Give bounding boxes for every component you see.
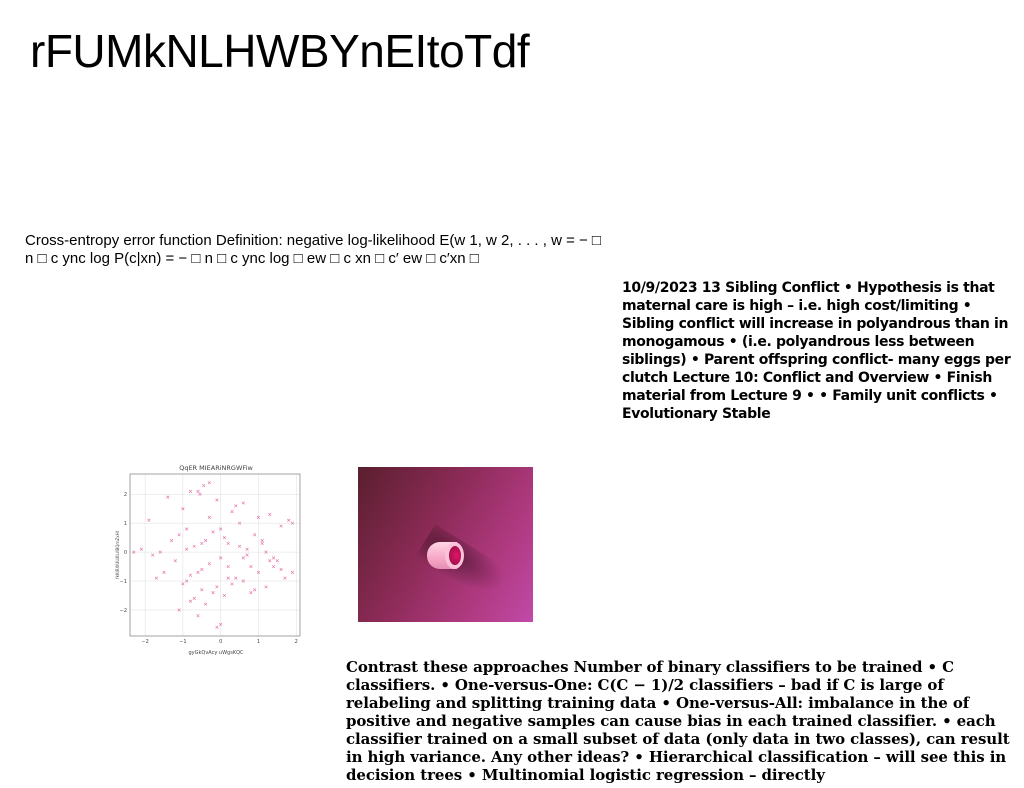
scatter-point [283,576,287,580]
scatter-point [268,512,272,517]
x-tick-label: −2 [141,639,148,645]
x-tick-label: 0 [219,639,222,645]
chart-grid [130,474,300,636]
tube-photo [358,467,533,622]
tube-opening [449,546,461,565]
scatter-point [196,614,200,618]
scatter-point [188,573,193,577]
contrast-paragraph: Contrast these approaches Number of bina… [346,658,1010,784]
scatter-point [177,533,181,537]
y-axis-label: fkKIRXIULUILrIBQrnZxHI [115,531,120,579]
scatter-point [207,515,211,520]
scatter-point [260,538,264,543]
scatter-point [211,530,215,534]
scatter-point [202,483,206,488]
scatter-chart: QqER MIEARiNRGWFiw −2 −1 0 1 2 −2 −1 0 1 2 gyGkQv… [115,464,301,656]
y-tick-label: −2 [120,608,127,614]
scatter-point [271,564,276,569]
scatter-point [249,590,253,595]
scatter-point [169,538,174,543]
scatter-point [162,570,166,574]
scatter-point [200,541,204,546]
scatter-point [253,533,257,537]
scatter-point [173,559,177,563]
scatter-point [241,556,245,560]
y-tick-label: 1 [124,521,127,527]
scatter-point [222,536,227,540]
scatter-point [147,518,151,522]
scatter-point [207,562,211,566]
scatter-point [215,498,219,502]
scatter-point [192,596,196,601]
scatter-point [185,547,189,551]
scatter-point [253,588,257,592]
x-tick-label: −1 [179,639,186,645]
scatter-point [200,567,204,572]
x-axis-label: gyGkQvAcy uWgsKQC [188,650,244,656]
scatter-point [230,509,234,514]
scatter-point [237,544,242,548]
tube-shadow [414,524,512,606]
scatter-point [234,504,238,508]
scatter-point [279,524,283,528]
scatter-point [215,625,219,629]
scatter-point [211,590,215,595]
scatter-point [196,570,200,574]
scatter-point [188,599,193,603]
page-title: rFUMkNLHWBYnEItoTdf [30,25,530,77]
y-tick-label: 2 [124,492,127,498]
scatter-point [207,481,211,485]
chart-ticks: −2 −1 0 1 2 −2 −1 0 1 2 [120,492,298,645]
scatter-point [222,593,227,598]
y-tick-label: 0 [124,550,127,556]
scatter-point [203,602,208,606]
scatter-point [245,553,249,557]
scatter-point [226,564,230,569]
scatter-point [200,588,204,592]
scatter-point [287,518,291,522]
scatter-point [268,559,272,563]
scatter-point [154,576,159,580]
chart-points [132,481,295,629]
scatter-point [203,538,208,543]
scatter-point [226,576,230,580]
chart-title: QqER MIEARiNRGWFiw [179,464,253,472]
scatter-point [215,585,219,589]
scatter-point [290,570,295,574]
scatter-point [234,576,238,580]
scatter-point [230,582,234,586]
scatter-point [249,564,253,569]
scatter-point [279,567,283,572]
scatter-point [271,556,276,560]
x-tick-label: 1 [257,639,260,645]
scatter-point [151,553,155,557]
scatter-point [260,541,264,546]
sibling-conflict-paragraph: 10/9/2023 13 Sibling Conflict • Hypothes… [622,280,1011,422]
y-tick-label: −1 [120,579,127,585]
plot-frame [129,473,301,637]
scatter-point [264,585,268,589]
scatter-point [188,489,193,493]
scatter-point [245,547,249,551]
scatter-point [226,541,230,546]
scatter-point [166,495,170,499]
scatter-point [185,527,189,531]
scatter-point [192,544,196,548]
cross-entropy-paragraph: Cross-entropy error function Definition:… [25,232,601,267]
scatter-point [139,547,143,551]
scatter-point [275,559,279,563]
scatter-point [241,501,245,505]
x-tick-label: 2 [295,639,298,645]
scatter-point [196,489,200,493]
